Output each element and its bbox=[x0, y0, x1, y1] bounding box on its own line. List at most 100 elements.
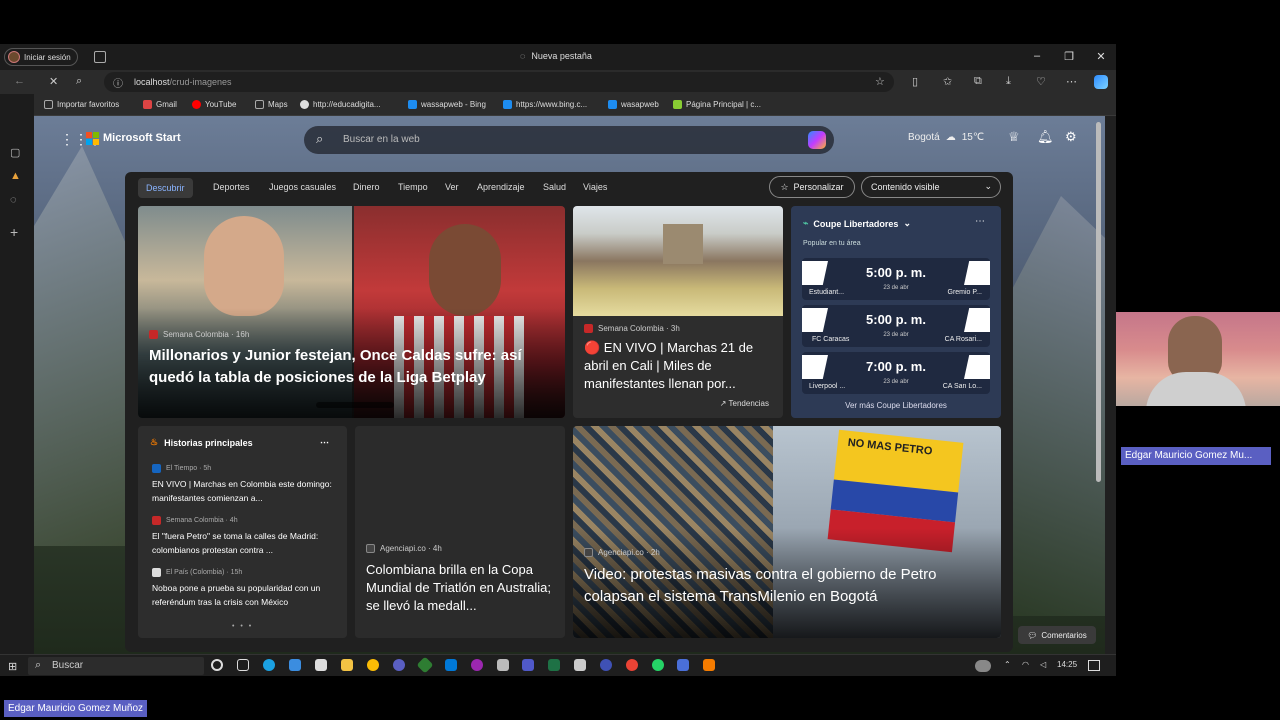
app-icon[interactable] bbox=[703, 659, 715, 671]
cortana-icon[interactable] bbox=[211, 659, 223, 671]
edge-icon[interactable] bbox=[263, 659, 275, 671]
heart-icon[interactable]: ♡ bbox=[1036, 75, 1046, 88]
protest-title[interactable]: Video: protestas masivas contra el gobie… bbox=[584, 564, 994, 608]
bookmark-bing[interactable]: https://www.bing.c... bbox=[503, 100, 587, 109]
task-view-icon[interactable] bbox=[237, 659, 249, 671]
bell-icon[interactable]: 🔔︎ bbox=[1037, 129, 1054, 145]
loading-tab-icon[interactable]: ◌ bbox=[10, 194, 17, 206]
bookmark-youtube[interactable]: YouTube bbox=[192, 100, 236, 109]
rewards-icon[interactable]: ♕ bbox=[1008, 129, 1020, 145]
chevron-up-icon[interactable]: ⌃ bbox=[1004, 660, 1011, 669]
network-icon[interactable]: ◠ bbox=[1022, 660, 1029, 669]
microsoft-logo-icon[interactable] bbox=[86, 132, 99, 145]
hero-title[interactable]: Millonarios y Junior festejan, Once Cald… bbox=[149, 345, 549, 389]
copilot-icon[interactable] bbox=[808, 131, 826, 149]
back-icon[interactable]: ← bbox=[14, 75, 25, 87]
minimize-icon[interactable]: – bbox=[1030, 50, 1044, 62]
live-card[interactable]: Semana Colombia · 3h 🔴 EN VIVO | Marchas… bbox=[573, 206, 783, 418]
bookmark-wasapweb[interactable]: wasapweb bbox=[608, 100, 659, 109]
clock[interactable]: 14:25 bbox=[1057, 660, 1077, 669]
see-more-link[interactable]: Ver más Coupe Libertadores bbox=[791, 401, 1001, 410]
vscode-icon[interactable] bbox=[445, 659, 457, 671]
gear-icon[interactable]: ⚙ bbox=[1065, 129, 1077, 145]
url-text[interactable]: localhost/crud-imagenes bbox=[134, 77, 232, 87]
app-icon[interactable] bbox=[471, 659, 483, 671]
tab-actions-icon[interactable]: ▢ bbox=[10, 146, 20, 159]
coupe-header[interactable]: ⌁ Coupe Libertadores ⌄ bbox=[803, 218, 911, 229]
favorite-star-icon[interactable]: ☆ bbox=[875, 75, 885, 88]
add-tab-icon[interactable]: + bbox=[10, 224, 18, 240]
close-icon[interactable]: ✕ bbox=[1094, 50, 1108, 63]
copilot-icon[interactable] bbox=[1094, 75, 1108, 89]
bookmark-maps[interactable]: Maps bbox=[255, 100, 288, 109]
file-explorer-icon[interactable] bbox=[341, 659, 353, 671]
app-icon[interactable] bbox=[497, 659, 509, 671]
teams-icon[interactable] bbox=[522, 659, 534, 671]
story-item[interactable]: El País (Colombia) · 15h Noboa pone a pr… bbox=[152, 568, 340, 609]
bookmark-educadigital[interactable]: http://educadigita... bbox=[300, 100, 381, 109]
tab-ver[interactable]: Ver bbox=[445, 182, 459, 192]
taskbar-search[interactable]: ⌕ Buscar bbox=[28, 657, 204, 675]
app-icon[interactable] bbox=[393, 659, 405, 671]
tab-new[interactable]: ◌ Nueva pestaña bbox=[520, 51, 592, 61]
match-row[interactable]: 5:00 p. m. 23 de abr Estudiant... Gremio… bbox=[802, 258, 990, 300]
hero-card[interactable]: Semana Colombia · 16h Millonarios y Juni… bbox=[138, 206, 565, 418]
collections-icon[interactable]: ⧉ bbox=[974, 75, 982, 88]
match-row[interactable]: 5:00 p. m. 23 de abr FC Caracas CA Rosar… bbox=[802, 305, 990, 347]
excel-icon[interactable] bbox=[548, 659, 560, 671]
scrollbar[interactable] bbox=[1096, 122, 1101, 482]
carousel-dots[interactable]: • • • bbox=[232, 623, 253, 630]
chrome-icon[interactable] bbox=[626, 659, 638, 671]
more-icon[interactable]: ⋯ bbox=[1066, 75, 1077, 88]
tab-deportes[interactable]: Deportes bbox=[213, 182, 250, 192]
bookmark-import[interactable]: Importar favoritos bbox=[44, 100, 119, 109]
tab-descubrir[interactable]: Descubrir bbox=[138, 178, 193, 198]
app-icon[interactable] bbox=[416, 656, 434, 674]
app-icon[interactable] bbox=[600, 659, 612, 671]
tab-salud[interactable]: Salud bbox=[543, 182, 566, 192]
story-item[interactable]: Semana Colombia · 4h El "fuera Petro" se… bbox=[152, 516, 340, 557]
more-options-icon[interactable]: ⋯ bbox=[975, 216, 985, 227]
story-item[interactable]: El Tiempo · 5h EN VIVO | Marchas en Colo… bbox=[152, 464, 340, 505]
tab-actions-icon[interactable] bbox=[94, 51, 106, 63]
stop-loading-icon[interactable]: ✕ bbox=[49, 75, 58, 88]
app-icon[interactable] bbox=[677, 659, 689, 671]
protest-card[interactable]: NO MAS PETRO Agenciapi.co · 2h Video: pr… bbox=[573, 426, 1001, 638]
web-search[interactable]: ⌕ Buscar en la web bbox=[304, 126, 834, 154]
notification-icon[interactable] bbox=[1088, 660, 1100, 671]
windows-start-icon[interactable]: ⊞ bbox=[8, 660, 17, 673]
tab-juegos-casuales[interactable]: Juegos casuales bbox=[269, 182, 336, 192]
weather-widget[interactable]: Bogotá ☁ 15℃ bbox=[908, 132, 984, 143]
triathlon-card[interactable]: Agenciapi.co · 4h Colombiana brilla en l… bbox=[355, 426, 565, 638]
more-options-icon[interactable]: ⋯ bbox=[320, 437, 329, 448]
chrome-icon[interactable] bbox=[367, 659, 379, 671]
personalize-button[interactable]: ☆ Personalizar bbox=[769, 176, 855, 198]
store-icon[interactable] bbox=[315, 659, 327, 671]
match-row[interactable]: 7:00 p. m. 23 de abr Liverpool ... CA Sa… bbox=[802, 352, 990, 394]
whatsapp-icon[interactable] bbox=[652, 659, 664, 671]
agencia-title[interactable]: Colombiana brilla en la Copa Mundial de … bbox=[366, 561, 558, 615]
volume-icon[interactable]: ◁ bbox=[1040, 660, 1046, 669]
bookmark-pagina-principal[interactable]: Página Principal | c... bbox=[673, 100, 761, 109]
favorites-icon[interactable]: ✩ bbox=[943, 75, 952, 88]
comments-button[interactable]: 💬︎ Comentarios bbox=[1018, 626, 1096, 644]
mail-icon[interactable] bbox=[289, 659, 301, 671]
live-title[interactable]: 🔴 EN VIVO | Marchas 21 de abril en Cali … bbox=[584, 339, 774, 393]
info-icon[interactable]: ⓘ bbox=[113, 75, 123, 90]
carousel-dots[interactable] bbox=[316, 402, 394, 408]
site-icon[interactable]: ▲ bbox=[10, 170, 21, 182]
search-icon[interactable]: ⌕ bbox=[76, 75, 82, 88]
app-icon[interactable] bbox=[574, 659, 586, 671]
maximize-icon[interactable]: ❐ bbox=[1062, 50, 1076, 63]
bookmark-wassapweb-bing[interactable]: wassapweb - Bing bbox=[408, 100, 486, 109]
brand-name[interactable]: Microsoft Start bbox=[103, 132, 181, 144]
downloads-icon[interactable]: ⤓ bbox=[1006, 75, 1011, 88]
tab-tiempo[interactable]: Tiempo bbox=[398, 182, 428, 192]
tab-aprendizaje[interactable]: Aprendizaje bbox=[477, 182, 525, 192]
tab-dinero[interactable]: Dinero bbox=[353, 182, 380, 192]
split-screen-icon[interactable]: ▯ bbox=[912, 75, 918, 88]
content-visible-dropdown[interactable]: Contenido visible ⌄ bbox=[861, 176, 1001, 198]
weather-tray-icon[interactable] bbox=[975, 660, 991, 672]
signin-button[interactable]: Iniciar sesión bbox=[4, 48, 78, 66]
tab-viajes[interactable]: Viajes bbox=[583, 182, 607, 192]
